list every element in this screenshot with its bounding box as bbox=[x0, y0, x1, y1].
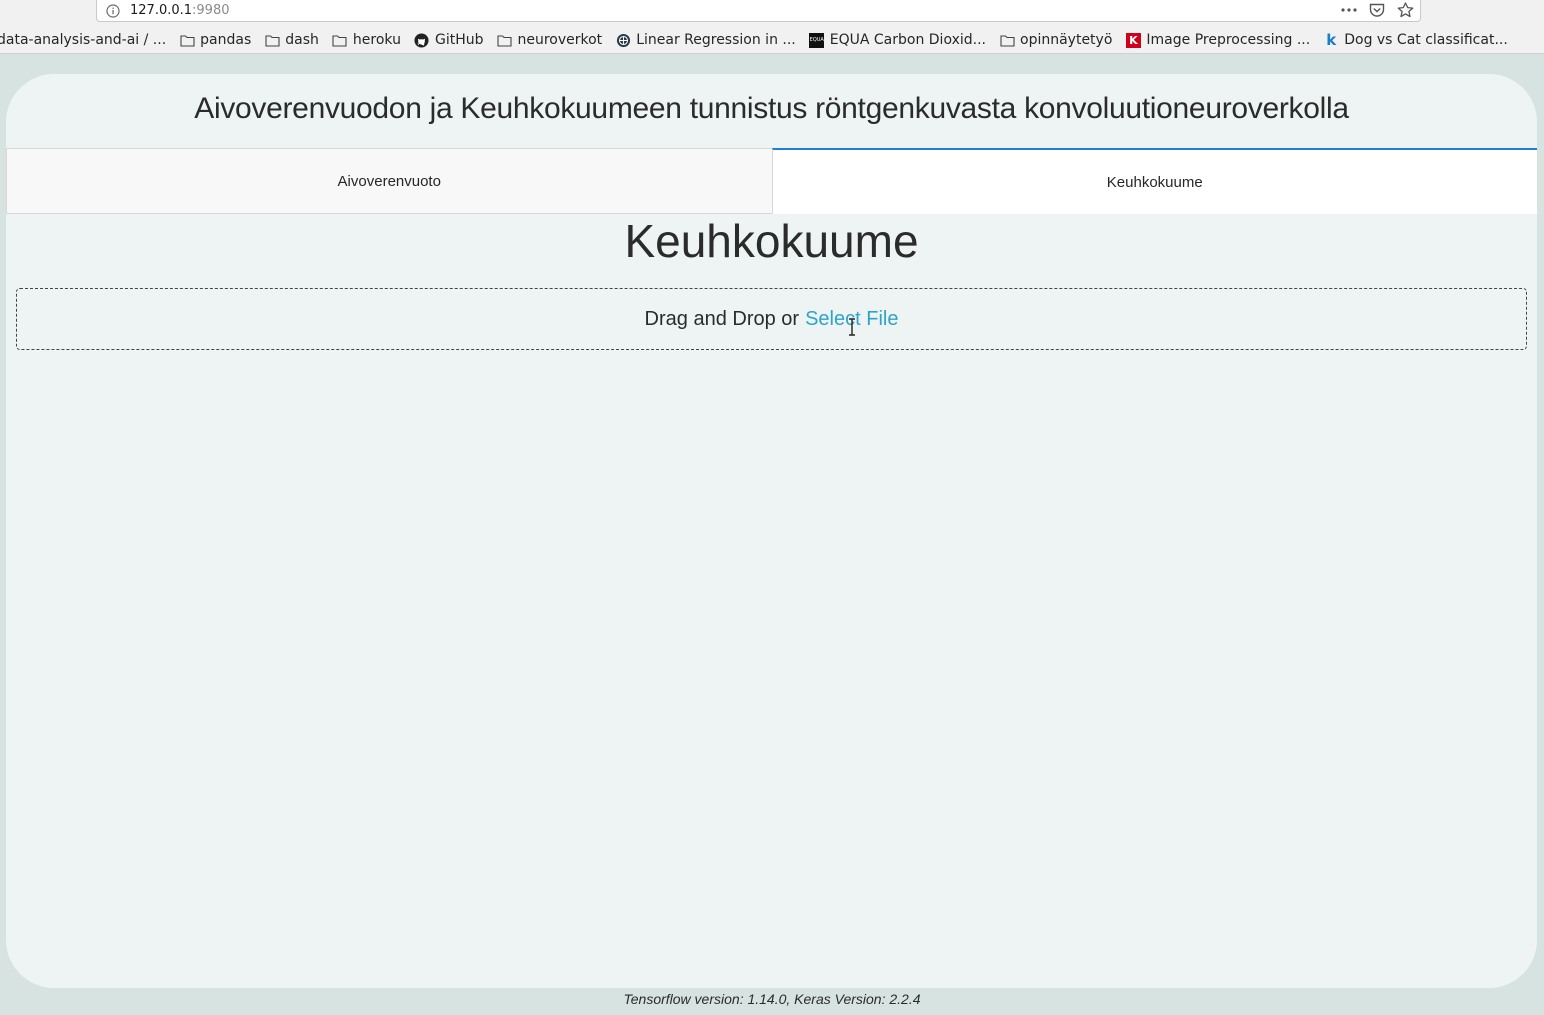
folder-icon bbox=[179, 32, 195, 48]
upload-prompt: Drag and Drop or bbox=[644, 307, 800, 330]
globe-icon bbox=[615, 32, 631, 48]
equa-icon: EQUA bbox=[809, 32, 825, 48]
folder-icon bbox=[264, 32, 280, 48]
address-bar[interactable]: 127.0.0.1 :9980 bbox=[96, 0, 1421, 22]
bookmark-equa[interactable]: EQUA EQUA Carbon Dioxid... bbox=[809, 32, 986, 48]
more-options-icon[interactable] bbox=[1340, 1, 1358, 19]
bookmark-label: data-analysis-and-ai / ... bbox=[0, 32, 167, 48]
bookmark-label: dash bbox=[285, 32, 319, 48]
browser-chrome: 127.0.0.1 :9980 data-analysis-and-ai / .… bbox=[0, 0, 1544, 54]
bookmark-linear-regression[interactable]: Linear Regression in ... bbox=[615, 32, 796, 48]
url-port: :9980 bbox=[192, 3, 230, 18]
bookmark-label: Linear Regression in ... bbox=[636, 32, 796, 48]
bookmark-label: pandas bbox=[200, 32, 252, 48]
folder-icon bbox=[496, 32, 512, 48]
bookmark-opinnaytetyo[interactable]: opinnäytetyö bbox=[999, 32, 1112, 48]
bookmark-label: Image Preprocessing ... bbox=[1146, 32, 1311, 48]
bookmark-heroku[interactable]: heroku bbox=[332, 32, 401, 48]
bookmark-label: neuroverkot bbox=[517, 32, 603, 48]
folder-icon bbox=[999, 32, 1015, 48]
bookmark-label: GitHub bbox=[434, 32, 484, 48]
url-host: 127.0.0.1 bbox=[130, 3, 193, 18]
k-red-icon: K bbox=[1125, 32, 1141, 48]
info-icon[interactable] bbox=[106, 3, 120, 18]
kaggle-icon: k bbox=[1326, 31, 1337, 49]
tab-keuhkokuume[interactable]: Keuhkokuume bbox=[771, 148, 1537, 214]
bookmark-data-analysis[interactable]: data-analysis-and-ai / ... bbox=[0, 32, 166, 48]
bookmark-star-icon[interactable] bbox=[1396, 1, 1414, 19]
version-footer: Tensorflow version: 1.14.0, Keras Versio… bbox=[623, 991, 921, 1007]
bookmarks-bar: data-analysis-and-ai / ... pandas dash h… bbox=[0, 28, 1544, 52]
folder-icon bbox=[332, 32, 348, 48]
bookmark-label: heroku bbox=[352, 32, 401, 48]
file-upload-dropzone[interactable]: Drag and Drop or Select File bbox=[16, 288, 1527, 350]
bookmark-pandas[interactable]: pandas bbox=[179, 32, 251, 48]
github-icon bbox=[414, 32, 430, 48]
page-title: Aivoverenvuodon ja Keuhkokuumeen tunnist… bbox=[194, 92, 1349, 125]
app-panel: Aivoverenvuodon ja Keuhkokuumeen tunnist… bbox=[6, 74, 1537, 988]
bookmark-neuroverkot[interactable]: neuroverkot bbox=[496, 32, 602, 48]
bookmark-github[interactable]: GitHub bbox=[414, 32, 484, 48]
tab-aivoverenvuoto[interactable]: Aivoverenvuoto bbox=[6, 148, 772, 214]
pocket-icon[interactable] bbox=[1368, 1, 1386, 19]
bookmark-label: EQUA Carbon Dioxid... bbox=[829, 32, 986, 48]
url-actions bbox=[1340, 1, 1414, 19]
text-cursor-icon bbox=[849, 318, 855, 336]
section-title: Keuhkokuume bbox=[624, 215, 919, 267]
bookmark-image-preprocessing[interactable]: K Image Preprocessing ... bbox=[1125, 32, 1310, 48]
bookmark-dog-vs-cat[interactable]: k Dog vs Cat classificat... bbox=[1323, 31, 1508, 49]
tab-bar: Aivoverenvuoto Keuhkokuume bbox=[6, 148, 1537, 214]
bookmark-dash[interactable]: dash bbox=[264, 32, 319, 48]
bookmark-label: opinnäytetyö bbox=[1020, 32, 1113, 48]
bookmark-label: Dog vs Cat classificat... bbox=[1344, 32, 1508, 48]
